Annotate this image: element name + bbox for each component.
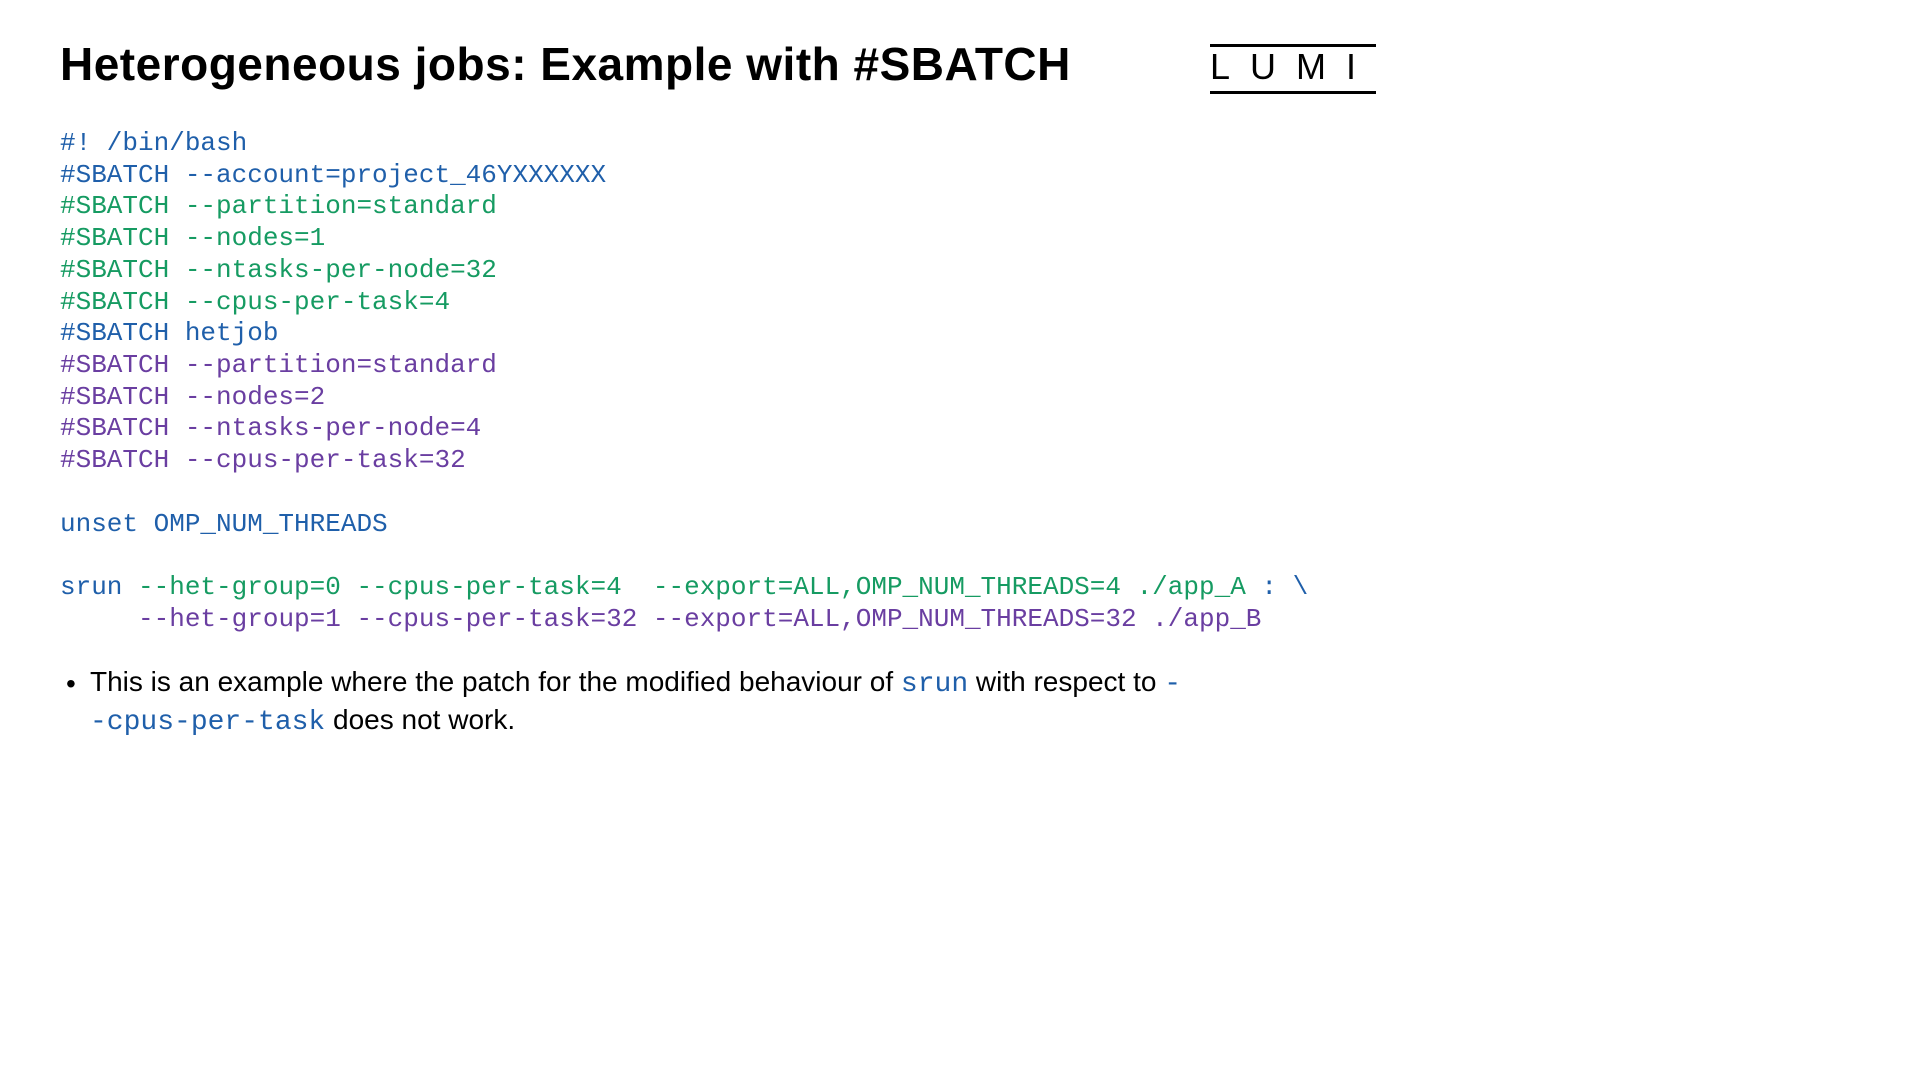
note-text: does not work. [325,704,515,735]
bullet-dot: • [66,666,76,701]
bullet-note: • This is an example where the patch for… [60,664,1380,740]
code-line: #SBATCH hetjob [60,318,278,348]
code-line: #! /bin/bash [60,128,247,158]
code-indent [60,604,138,634]
code-het-group-0: --het-group=0 --cpus-per-task=4 --export… [138,572,1246,602]
lumi-logo: LUMI [1210,44,1376,94]
page-title: Heterogeneous jobs: Example with #SBATCH [60,38,1071,91]
note-text: with respect to [968,666,1164,697]
code-line: #SBATCH --cpus-per-task=32 [60,445,466,475]
code-line: #SBATCH --ntasks-per-node=32 [60,255,497,285]
code-line: #SBATCH --partition=standard [60,191,497,221]
code-block: #! /bin/bash #SBATCH --account=project_4… [60,128,1380,636]
slide: Heterogeneous jobs: Example with #SBATCH… [0,0,1440,810]
code-line: #SBATCH --nodes=1 [60,223,325,253]
code-continuation: : \ [1246,572,1308,602]
code-line: #SBATCH --partition=standard [60,350,497,380]
note-flag-part2: -cpus-per-task [90,707,325,738]
code-het-group-1: --het-group=1 --cpus-per-task=32 --expor… [138,604,1261,634]
header-row: Heterogeneous jobs: Example with #SBATCH… [60,38,1380,94]
code-line: #SBATCH --nodes=2 [60,382,325,412]
code-line: #SBATCH --cpus-per-task=4 [60,287,450,317]
code-line: #SBATCH --account=project_46YXXXXXX [60,160,606,190]
note-text: This is an example where the patch for t… [90,666,901,697]
note-flag-part1: - [1164,669,1181,700]
code-srun-keyword: srun [60,572,138,602]
note-srun: srun [901,669,968,700]
code-line: unset OMP_NUM_THREADS [60,509,388,539]
code-line: #SBATCH --ntasks-per-node=4 [60,413,481,443]
